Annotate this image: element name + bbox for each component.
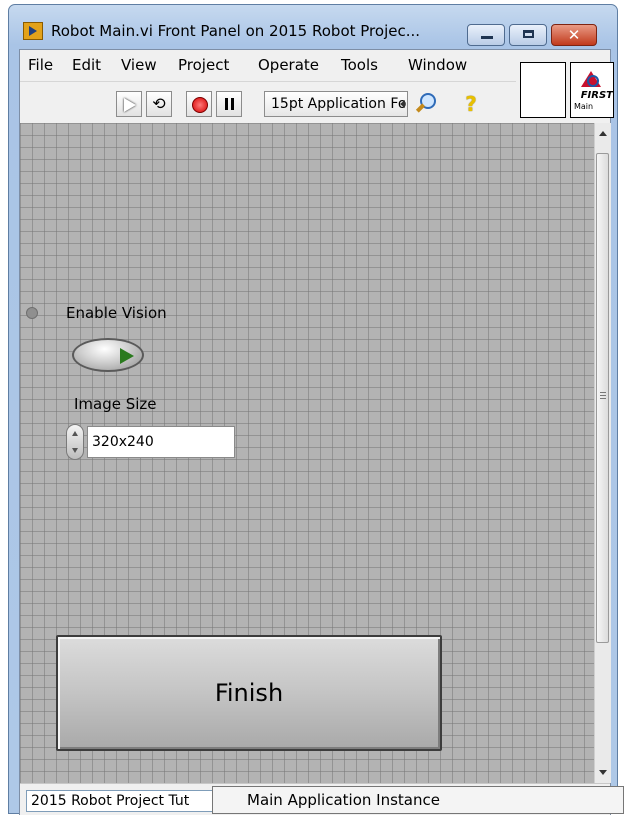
labview-vi-icon [23,22,43,40]
font-select-value: 15pt Application For [271,96,408,112]
scroll-up-icon[interactable] [599,131,607,136]
menu-tools[interactable]: Tools [341,56,378,74]
scroll-down-icon[interactable] [599,770,607,775]
pause-button[interactable] [216,91,242,117]
menu-project[interactable]: Project [178,56,229,74]
maximize-button[interactable] [509,24,547,46]
image-size-stepper[interactable] [66,424,84,460]
run-continuously-button[interactable]: ⟲ [146,91,172,117]
menu-window[interactable]: Window [408,56,467,74]
help-button[interactable]: ? [458,91,484,117]
help-icon: ? [465,92,477,116]
search-button[interactable] [412,91,442,117]
vi-icon[interactable]: FIRST Main [570,62,614,118]
menu-view[interactable]: View [121,56,157,74]
font-select-dropdown[interactable]: 15pt Application For [264,91,408,117]
tooltip: Main Application Instance [212,786,624,814]
connector-pane[interactable] [520,62,566,118]
vi-icon-brand: FIRST [580,90,613,101]
minimize-button[interactable] [467,24,505,46]
stepper-up-icon [72,431,78,436]
enable-vision-label: Enable Vision [66,304,167,322]
front-panel-canvas[interactable]: Enable Vision Image Size 320x240 Finish [20,123,594,783]
maximize-icon [523,30,534,38]
vi-icon-subtitle: Main [574,102,594,111]
pause-icon [225,98,228,110]
menu-bar: File Edit View Project Operate Tools Win… [20,50,520,80]
window-title: Robot Main.vi Front Panel on 2015 Robot … [51,22,421,40]
vertical-scrollbar[interactable] [594,123,611,783]
minimize-icon [481,36,493,39]
run-arrow-icon [117,92,141,116]
enable-vision-button[interactable] [72,338,144,372]
image-size-label: Image Size [74,395,157,413]
led-arrow-icon [120,348,134,364]
first-logo-icon [581,71,601,87]
window-frame: Robot Main.vi Front Panel on 2015 Robot … [8,4,618,815]
vertical-scroll-thumb[interactable] [596,153,609,643]
menu-operate[interactable]: Operate [258,56,319,74]
finish-button[interactable]: Finish [56,635,442,751]
terminal-dot [26,307,38,319]
run-continuously-icon: ⟲ [152,94,166,113]
window-client: File Edit View Project Operate Tools Win… [19,49,614,815]
run-button[interactable] [116,91,142,117]
title-bar[interactable]: Robot Main.vi Front Panel on 2015 Robot … [9,5,617,49]
menu-file[interactable]: File [28,56,53,74]
stepper-down-icon [72,448,78,453]
abort-icon [192,97,208,113]
dropdown-arrow-icon [400,100,405,108]
image-size-field[interactable]: 320x240 [87,426,235,458]
toolbar: ⟲ 15pt Application For ? [20,81,516,124]
menu-edit[interactable]: Edit [72,56,101,74]
close-button[interactable]: ✕ [551,24,597,46]
abort-button[interactable] [186,91,212,117]
close-icon: ✕ [567,26,581,44]
grip-icon [600,392,606,393]
